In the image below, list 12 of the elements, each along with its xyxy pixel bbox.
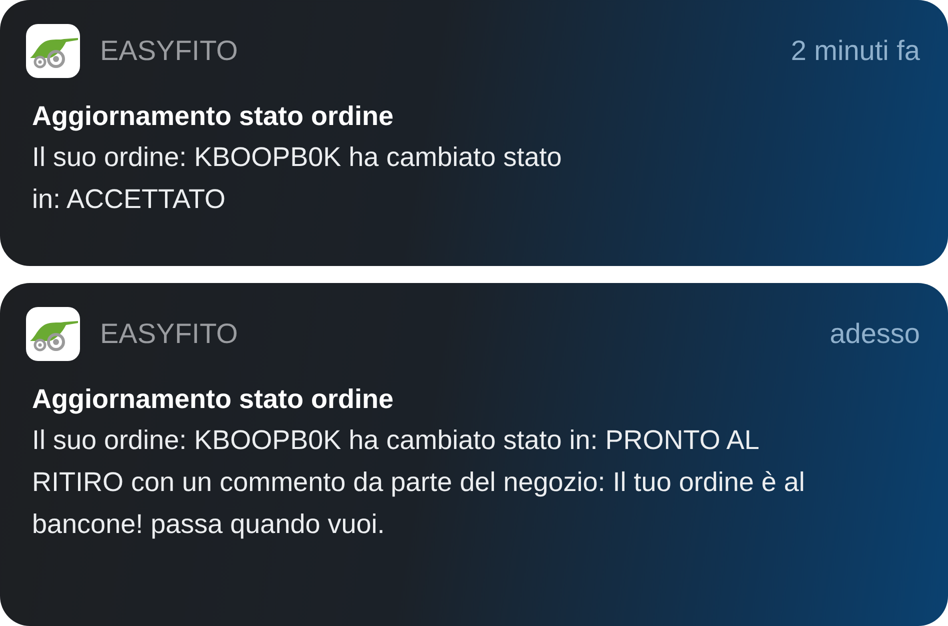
app-icon [26,24,80,78]
app-name: EASYFITO [100,34,238,68]
app-name: EASYFITO [100,317,238,351]
notification-title: Aggiornamento stato ordine [32,100,395,133]
notification-time: 2 minuti fa [790,34,920,68]
notification-card[interactable]: EASYFITO 2 minuti fa Aggiornamento stato ordine Il suo ordine: KBOOPB0K ha cambiato stato in: ACCETTATO [0,0,948,266]
app-icon [26,307,80,361]
notification-body: Il suo ordine: KBOOPB0K ha cambiato stato in: ACCETTATO [32,141,563,216]
notification-body: Il suo ordine: KBOOPB0K ha cambiato stato in: PRONTO AL RITIRO con un commento da parte del negozio: Il tuo ordine è al bancone! passa quando vuoi. [32,424,806,541]
notification-time: adesso [830,317,920,351]
notification-card[interactable]: EASYFITO adesso Aggiornamento stato ordine Il suo ordine: KBOOPB0K ha cambiato stato in: PRONTO AL RITIRO con un commento da parte del negozio: Il tuo ordine è al bancone! passa quando vuoi. [0,283,948,626]
notification-title: Aggiornamento stato ordine [32,383,395,416]
